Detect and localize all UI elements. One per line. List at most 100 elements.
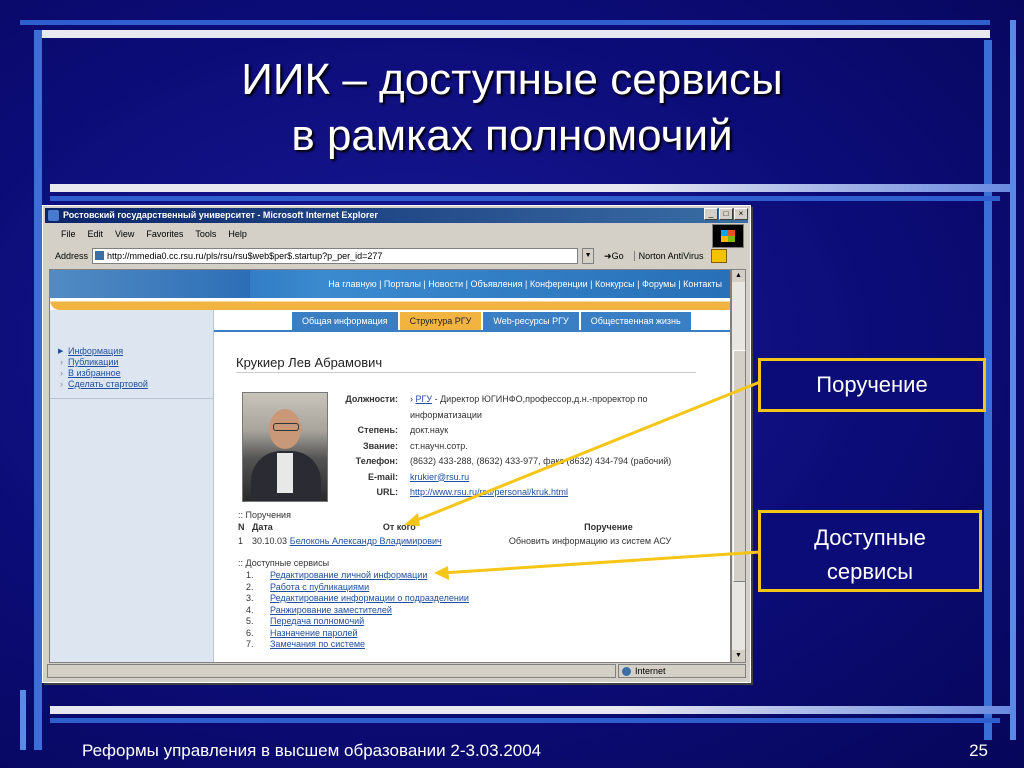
menu-file[interactable]: File — [61, 229, 76, 239]
slide-title: ИИК – доступные сервисы в рамках полномо… — [0, 52, 1024, 164]
menu-favorites[interactable]: Favorites — [146, 229, 183, 239]
header-from: От кого — [382, 522, 416, 532]
slide-page-number: 25 — [969, 741, 988, 760]
info-row-email: E-mail: krukier@rsu.ru — [328, 470, 680, 486]
address-label: Address — [55, 251, 89, 261]
assignments-table: N Дата От кого Поручение 1 30.10.03 Бело… — [238, 522, 708, 550]
name-divider — [236, 372, 696, 373]
scroll-thumb[interactable] — [733, 350, 746, 582]
menu-view[interactable]: View — [115, 229, 134, 239]
top-navigation[interactable]: На главную | Порталы | Новости | Объявле… — [328, 279, 722, 289]
sidebar: Информация Публикации В избранное Сделат… — [50, 310, 214, 662]
table-header: N Дата От кого Поручение — [238, 522, 708, 536]
sidebar-link-favorites[interactable]: В избранное — [58, 368, 148, 379]
close-button[interactable]: × — [734, 208, 748, 220]
norton-antivirus-button[interactable]: Norton AntiVirus — [633, 251, 708, 261]
frame-stripe-bottom — [50, 706, 1010, 714]
page-viewport: На главную | Порталы | Новости | Объявле… — [49, 269, 731, 663]
vertical-scrollbar[interactable]: ▲ ▼ — [731, 269, 746, 663]
assignments-section-title: :: Поручения — [238, 510, 291, 520]
frame-stripe-bottom-blue — [50, 718, 1000, 723]
tab-general-info[interactable]: Общая информация — [292, 312, 398, 330]
service-link[interactable]: Работа с публикациями — [270, 582, 369, 594]
service-link[interactable]: Передача полномочий — [270, 616, 364, 628]
browser-window: Ростовский государственный университет -… — [42, 205, 751, 683]
info-label: Звание: — [362, 440, 398, 451]
person-info: Должности: › РГУ - Директор ЮГИНФО,профе… — [328, 392, 680, 501]
list-item: 7. Замечания по системе — [246, 639, 366, 651]
header-orange-bar — [50, 298, 730, 310]
address-input[interactable]: http://mmedia0.cc.rsu.ru/pls/rsu/rsu$web… — [92, 248, 579, 264]
menu-help[interactable]: Help — [228, 229, 247, 239]
list-item: 1. Редактирование личной информации — [246, 570, 428, 582]
person-name: Крукиер Лев Абрамович — [236, 355, 383, 370]
list-item: 5. Передача полномочий — [246, 616, 365, 628]
scroll-down-icon[interactable]: ▼ — [732, 650, 745, 662]
site-header: На главную | Порталы | Новости | Объявле… — [50, 270, 730, 298]
table-row: 1 30.10.03 Белоконь Александр Владимиров… — [238, 536, 708, 550]
rgu-link[interactable]: РГУ — [416, 394, 433, 404]
sidebar-link-publications[interactable]: Публикации — [58, 357, 148, 368]
sidebar-links: Информация Публикации В избранное Сделат… — [58, 346, 148, 390]
list-item: 6. Назначение паролей — [246, 627, 358, 640]
page-icon — [95, 251, 105, 260]
address-dropdown-icon[interactable]: ▼ — [582, 248, 595, 264]
sidebar-link-make-start[interactable]: Сделать стартовой — [58, 379, 148, 390]
info-row-phone: Телефон: (8632) 433-288, (8632) 433-977,… — [328, 454, 680, 470]
browser-titlebar: Ростовский государственный университет -… — [45, 208, 748, 223]
info-label: Степень: — [357, 425, 398, 435]
slide-title-line1: ИИК – доступные сервисы — [241, 55, 783, 104]
header-task: Поручение — [584, 522, 633, 532]
cell-task: Обновить информацию из систем АСУ — [508, 536, 672, 546]
homepage-link[interactable]: http://www.rsu.ru/rsu/personal/kruk.html — [410, 487, 568, 497]
callout-services-line1: Доступные — [814, 525, 926, 550]
status-bar: Internet — [47, 664, 746, 678]
tab-social-life[interactable]: Общественная жизнь — [580, 312, 691, 330]
info-value: › РГУ - Директор ЮГИНФО,профессор,д.н.-п… — [410, 394, 648, 420]
go-label: Go — [611, 250, 624, 261]
header-photo — [50, 270, 250, 298]
list-item: 3. Редактирование информации о подразделе… — [246, 593, 469, 605]
cell-from-link[interactable]: Белоконь Александр Владимирович — [290, 536, 442, 546]
maximize-button[interactable]: □ — [719, 208, 733, 220]
services-list: 1. Редактирование личной информации 2. Раб… — [246, 570, 469, 651]
tab-underline — [214, 330, 730, 332]
norton-icon[interactable] — [711, 249, 728, 263]
tab-web-resources[interactable]: Web-ресурсы РГУ — [483, 312, 579, 330]
email-link[interactable]: krukier@rsu.ru — [410, 472, 469, 482]
slide-title-line2: в рамках полномочий — [291, 111, 733, 160]
scroll-up-icon[interactable]: ▲ — [732, 270, 745, 282]
info-label: E-mail: — [367, 471, 398, 482]
service-link[interactable]: Ранжирование заместителей — [270, 605, 392, 617]
tab-structure[interactable]: Структура РГУ — [399, 312, 482, 330]
info-label: URL: — [376, 487, 399, 497]
window-controls: _ □ × — [704, 208, 748, 220]
service-link[interactable]: Редактирование личной информации — [270, 570, 427, 582]
menu-bar: File Edit View Favorites Tools Help — [47, 226, 710, 242]
sidebar-divider — [50, 398, 213, 399]
slide-footer: Реформы управления в высшем образовании … — [82, 741, 542, 760]
info-value: ст.научн.сотр. — [410, 440, 468, 451]
callout-services-line2: сервисы — [826, 559, 914, 584]
frame-stripe-left-bottom — [20, 690, 26, 750]
info-label: Телефон: — [355, 456, 398, 466]
windows-logo-icon — [712, 224, 744, 248]
section-tabs: Общая информация Структура РГУ Web-ресур… — [292, 312, 691, 330]
callout-assignment: Поручение — [758, 358, 986, 412]
frame-stripe-top-blue — [20, 20, 990, 25]
minimize-button[interactable]: _ — [704, 208, 718, 220]
header-n: N — [238, 522, 245, 532]
service-link[interactable]: Назначение паролей — [270, 628, 357, 640]
frame-stripe-mid — [50, 184, 1010, 192]
go-button[interactable]: ➜Go — [598, 251, 630, 262]
info-value: докт.наук — [410, 425, 449, 435]
sidebar-link-info[interactable]: Информация — [58, 346, 148, 357]
cell-n: 1 — [238, 536, 244, 546]
service-link[interactable]: Редактирование информации о подразделени… — [270, 593, 469, 605]
ie-icon — [48, 210, 59, 221]
menu-edit[interactable]: Edit — [88, 229, 104, 239]
service-link[interactable]: Замечания по системе — [270, 639, 365, 651]
info-row-title: Звание: ст.научн.сотр. — [328, 439, 680, 455]
header-date: Дата — [251, 522, 273, 532]
menu-tools[interactable]: Tools — [195, 229, 216, 239]
